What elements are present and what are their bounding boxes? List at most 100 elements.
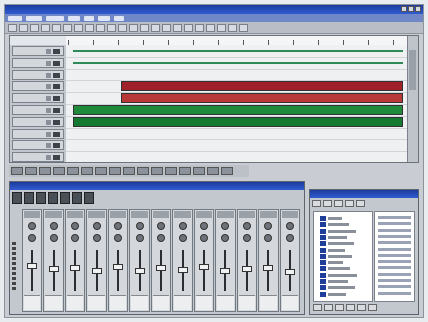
channel-fader[interactable] [284,269,295,276]
pan-knob[interactable] [264,222,273,230]
track-header[interactable] [12,57,64,68]
channel-fader[interactable] [134,268,145,275]
toolbar-button[interactable] [41,24,50,32]
send-knob[interactable] [135,234,144,242]
track-header[interactable] [12,140,64,151]
channel-insert-slot[interactable] [109,211,127,218]
channel-fader[interactable] [70,264,81,271]
send-knob[interactable] [199,234,208,242]
record-button[interactable] [53,84,60,90]
record-button[interactable] [53,131,60,137]
close-button[interactable] [415,6,421,12]
track-header[interactable] [12,152,64,162]
transport-button[interactable] [151,167,163,175]
toolbar-button[interactable] [140,24,149,32]
mute-button[interactable] [46,143,51,149]
file-row[interactable] [378,234,411,238]
toolbar-button[interactable] [52,24,61,32]
toolbar-button[interactable] [173,24,182,32]
menu-item[interactable] [84,15,94,21]
file-row[interactable] [378,222,411,226]
pan-knob[interactable] [28,222,37,230]
track-header[interactable] [12,81,64,92]
mixer-tool-button[interactable] [60,192,70,204]
pan-knob[interactable] [199,222,208,230]
toolbar-button[interactable] [184,24,193,32]
track-lanes[interactable] [66,45,408,162]
browser-footer-button[interactable] [313,304,322,311]
toolbar-button[interactable] [195,24,204,32]
track-header[interactable] [12,105,64,115]
track-header[interactable] [12,46,64,56]
folder-item[interactable] [320,216,370,221]
transport-button[interactable] [123,167,135,175]
toolbar-button[interactable] [96,24,105,32]
file-row[interactable] [378,260,411,264]
record-button[interactable] [53,155,60,161]
audio-region[interactable] [121,81,404,92]
mute-button[interactable] [46,72,51,78]
folder-item[interactable] [320,234,370,240]
mixer-tool-button[interactable] [48,192,58,204]
menu-item[interactable] [26,15,42,21]
record-button[interactable] [53,143,60,149]
maximize-button[interactable] [408,6,414,12]
pan-knob[interactable] [135,222,144,230]
transport-button[interactable] [95,167,107,175]
pan-knob[interactable] [242,222,251,230]
transport-button[interactable] [221,167,233,175]
channel-fader[interactable] [91,267,102,274]
browser-footer-button[interactable] [324,304,333,311]
channel-insert-slot[interactable] [24,211,41,218]
file-row[interactable] [378,216,411,219]
channel-insert-slot[interactable] [45,211,62,218]
toolbar-button[interactable] [19,24,28,32]
mute-button[interactable] [46,49,51,54]
pan-knob[interactable] [285,222,294,230]
channel-fader[interactable] [198,264,209,270]
pan-knob[interactable] [92,222,101,230]
channel-insert-slot[interactable] [131,211,148,218]
browser-tool-button[interactable] [334,200,343,207]
folder-item[interactable] [320,285,370,291]
channel-fader[interactable] [220,267,231,274]
toolbar-button[interactable] [107,24,116,32]
toolbar-button[interactable] [239,24,248,32]
file-row[interactable] [378,266,411,270]
file-row[interactable] [378,285,411,289]
pan-knob[interactable] [114,222,123,230]
audio-region[interactable] [72,50,404,52]
pan-knob[interactable] [157,222,166,230]
menu-item[interactable] [68,15,80,21]
mute-button[interactable] [46,84,51,90]
pan-knob[interactable] [49,222,58,230]
toolbar-button[interactable] [74,24,83,32]
track-header[interactable] [12,116,64,127]
send-knob[interactable] [49,234,58,242]
browser-footer-button[interactable] [368,304,377,311]
file-list[interactable] [374,211,415,302]
mute-button[interactable] [46,119,51,125]
mixer-tool-button[interactable] [84,192,94,204]
mixer-tool-button[interactable] [36,192,46,204]
menu-item[interactable] [114,15,124,21]
file-row[interactable] [378,279,411,282]
record-button[interactable] [53,72,60,78]
toolbar-button[interactable] [151,24,160,32]
mute-button[interactable] [46,131,51,137]
scrollbar-thumb[interactable] [409,50,416,90]
send-knob[interactable] [28,234,37,242]
send-knob[interactable] [221,234,230,242]
send-knob[interactable] [71,234,80,242]
channel-insert-slot[interactable] [66,211,84,218]
browser-tool-button[interactable] [323,200,332,207]
transport-button[interactable] [179,167,191,175]
folder-item[interactable] [320,272,370,278]
transport-button[interactable] [25,167,37,175]
toolbar-button[interactable] [206,24,215,32]
mute-button[interactable] [46,155,51,161]
transport-button[interactable] [11,167,23,175]
send-knob[interactable] [285,234,294,242]
transport-button[interactable] [39,167,51,175]
toolbar-button[interactable] [30,24,39,32]
